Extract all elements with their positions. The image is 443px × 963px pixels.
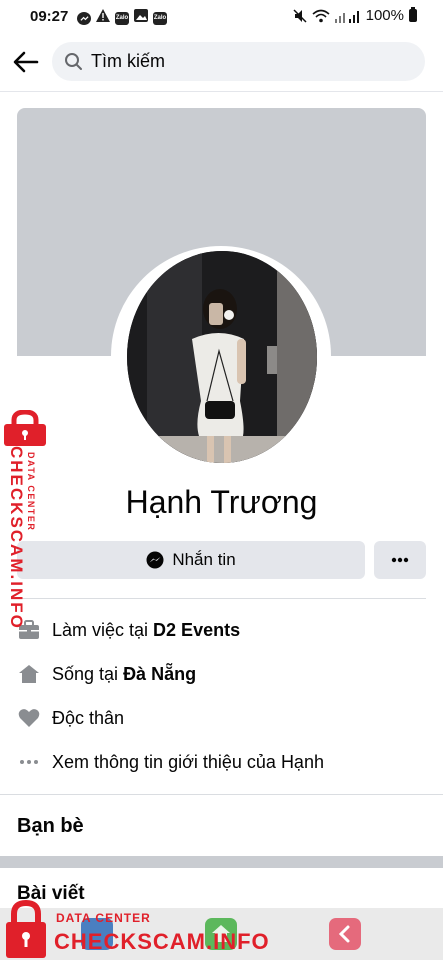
status-time: 09:27 [30, 8, 69, 25]
profile-name: Hạnh Trương [125, 484, 318, 520]
warning-icon [96, 9, 110, 27]
gallery-icon [134, 9, 148, 27]
more-button[interactable] [374, 541, 426, 579]
mute-icon [293, 8, 307, 23]
live-prefix: Sống tại [52, 663, 124, 684]
messenger-icon [146, 551, 164, 569]
battery-icon [409, 7, 417, 22]
arrow-left-icon [13, 51, 39, 73]
avatar-photo [127, 251, 317, 463]
message-button-label: Nhắn tin [172, 550, 236, 569]
relationship-info: Độc thân [17, 703, 437, 733]
header-divider [0, 91, 443, 92]
see-about-label: Xem thông tin giới thiệu của Hạnh [52, 751, 324, 772]
watermark-lock-icon [2, 409, 48, 451]
profile-avatar[interactable] [127, 251, 317, 463]
watermark-text: CHECKSCAM.INFO [7, 446, 26, 630]
heart-icon [17, 706, 41, 730]
work-info: Làm việc tại D2 Events [17, 615, 437, 645]
relationship-status: Độc thân [52, 707, 125, 728]
see-about-link[interactable]: Xem thông tin giới thiệu của Hạnh [17, 747, 437, 777]
intro-divider [17, 598, 426, 599]
watermark-subtext: DATA CENTER [56, 911, 151, 925]
messenger-icon [77, 11, 91, 25]
location-info: Sống tại Đà Nẵng [17, 659, 437, 689]
more-dots-icon [17, 750, 41, 774]
watermark-lock-icon [4, 899, 48, 963]
status-bar: 09:27 Zalo Zalo 100% [0, 0, 443, 34]
back-icon[interactable] [329, 918, 361, 950]
message-button[interactable]: Nhắn tin [17, 541, 365, 579]
zalo-icon: Zalo [115, 11, 129, 25]
watermark-subtext: DATA CENTER [26, 452, 36, 532]
signal-icon [334, 10, 359, 23]
notification-icons: Zalo Zalo [77, 9, 167, 27]
back-button[interactable] [10, 46, 42, 78]
section-divider [0, 794, 443, 795]
watermark-text: CHECKSCAM.INFO [54, 929, 270, 954]
friends-section-title[interactable]: Bạn bè [17, 815, 84, 838]
system-icons: 100% [293, 7, 417, 24]
battery-percent: 100% [365, 7, 404, 24]
live-place[interactable]: Đà Nẵng [123, 664, 196, 685]
search-placeholder: Tìm kiếm [91, 51, 165, 71]
home-icon [17, 662, 41, 686]
search-input[interactable]: Tìm kiếm [52, 42, 425, 81]
work-place[interactable]: D2 Events [153, 620, 240, 641]
zalo-icon: Zalo [153, 11, 167, 25]
wifi-icon [312, 9, 330, 22]
search-icon [65, 53, 82, 70]
section-separator [0, 856, 443, 868]
work-prefix: Làm việc tại [52, 619, 154, 640]
more-dots-icon [391, 557, 409, 563]
